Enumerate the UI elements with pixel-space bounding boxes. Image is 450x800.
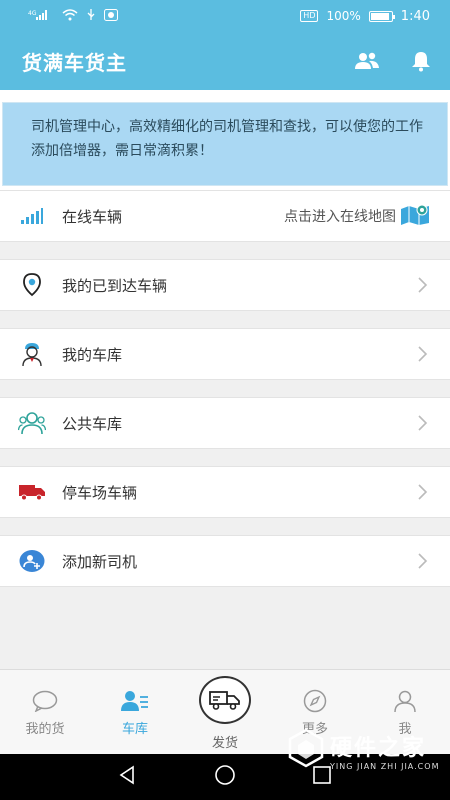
menu-item-parking-vehicles[interactable]: 停车场车辆	[0, 466, 450, 518]
watermark-text: 硬件之家 YING JIAN ZHI JIA.COM	[330, 730, 439, 771]
menu-item-label: 我的已到达车辆	[62, 276, 168, 295]
banner-container: 司机管理中心，高效精细化的司机管理和查找，可以使您的工作添加倍增器，需日常滴积累…	[0, 90, 450, 190]
menu-item-public-garage[interactable]: 公共车库	[0, 397, 450, 449]
signal-icon: 4G	[28, 9, 54, 24]
nav-label: 发货	[211, 736, 238, 751]
location-pin-icon	[18, 271, 46, 299]
nav-tab-my-goods[interactable]: 我的货	[0, 670, 90, 755]
chevron-right-icon	[416, 344, 430, 364]
menu-item-label: 添加新司机	[62, 552, 138, 571]
battery-icon	[368, 10, 395, 22]
info-banner: 司机管理中心，高效精细化的司机管理和查找，可以使您的工作添加倍增器，需日常滴积累…	[2, 102, 448, 186]
back-icon[interactable]	[118, 765, 138, 789]
delivery-truck-icon	[199, 676, 251, 724]
add-user-icon	[18, 547, 46, 575]
menu-item-my-garage[interactable]: 我的车库	[0, 328, 450, 380]
usb-icon	[86, 8, 96, 24]
app-title: 货满车货主	[22, 50, 127, 75]
contacts-icon[interactable]	[354, 51, 380, 71]
status-bar: 4G HD 100% 1:40	[0, 0, 450, 32]
chevron-right-icon	[416, 413, 430, 433]
driver-avatar-icon	[18, 340, 46, 368]
person-icon	[393, 688, 417, 714]
list-gap	[0, 380, 450, 397]
header-actions	[354, 50, 432, 72]
nav-tab-garage[interactable]: 车库	[90, 670, 180, 755]
menu-item-label: 我的车库	[62, 345, 123, 364]
status-right: HD 100% 1:40	[300, 9, 430, 24]
menu-item-online-vehicles[interactable]: 在线车辆 点击进入在线地图	[0, 190, 450, 242]
signal-bars-icon	[18, 202, 46, 230]
home-icon[interactable]	[214, 764, 236, 790]
hd-badge: HD	[300, 10, 319, 22]
compass-icon	[303, 688, 327, 714]
menu-item-add-driver[interactable]: 添加新司机	[0, 535, 450, 587]
watermark-main: 硬件之家	[330, 735, 427, 761]
nav-label: 车库	[121, 722, 148, 737]
list-gap	[0, 449, 450, 466]
menu-item-label: 在线车辆	[62, 207, 123, 226]
app-header: 货满车货主	[0, 32, 450, 90]
notification-app-icon	[104, 8, 118, 24]
svg-text:4G: 4G	[28, 10, 37, 17]
ship-button-wrap	[199, 676, 251, 724]
bell-icon[interactable]	[410, 50, 432, 72]
watermark-sub: YING JIAN ZHI JIA.COM	[330, 761, 440, 771]
list-gap	[0, 311, 450, 328]
user-list-icon	[121, 688, 149, 714]
nav-tab-ship[interactable]: 发货	[180, 670, 270, 755]
menu-item-arrived-vehicles[interactable]: 我的已到达车辆	[0, 259, 450, 311]
menu-item-label: 停车场车辆	[62, 483, 138, 502]
wifi-icon	[62, 8, 78, 24]
truck-icon	[18, 478, 46, 506]
menu-list: 在线车辆 点击进入在线地图 我的已到达车辆 我的车库 公共车库 停车场车辆 添加…	[0, 190, 450, 587]
battery-percent: 100%	[326, 9, 361, 23]
chevron-right-icon	[416, 275, 430, 295]
list-gap	[0, 518, 450, 535]
chat-bubble-icon	[32, 688, 58, 714]
status-time: 1:40	[400, 8, 430, 24]
chevron-right-icon	[416, 551, 430, 571]
nav-label: 我的货	[25, 722, 65, 737]
map-icon[interactable]	[400, 203, 430, 229]
list-gap	[0, 242, 450, 259]
hexagon-logo-icon	[288, 728, 324, 772]
chevron-right-icon	[416, 482, 430, 502]
status-left: 4G	[28, 8, 118, 24]
menu-item-label: 公共车库	[62, 414, 123, 433]
online-map-link[interactable]: 点击进入在线地图	[284, 206, 396, 226]
group-icon	[18, 409, 46, 437]
watermark: 硬件之家 YING JIAN ZHI JIA.COM	[288, 728, 439, 772]
